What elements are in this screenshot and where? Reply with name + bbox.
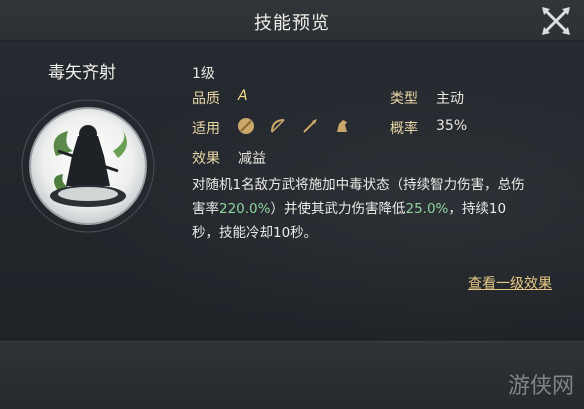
view-level-one-effect-link[interactable]: 查看一级效果: [468, 273, 552, 293]
skill-emblem: [18, 96, 158, 236]
type-value: 主动: [436, 91, 464, 107]
desc-damage-reduction: 25.0%: [405, 201, 449, 217]
chance-label: 概率: [390, 121, 418, 137]
shield-icon: [236, 116, 256, 136]
horse-icon: [332, 116, 352, 136]
desc-part-2: ）并使其武力伤害降低: [270, 201, 406, 217]
skill-description: 对随机1名敌方武将施加中毒状态（持续智力伤害，总伤害率220.0%）并使其武力伤…: [192, 173, 532, 245]
watermark: 游侠网: [507, 374, 574, 399]
page-title: 技能预览: [254, 13, 330, 34]
applies-label: 适用: [192, 121, 220, 137]
close-icon: [542, 7, 570, 35]
effect-label: 效果: [192, 151, 220, 167]
effect-value: 减益: [238, 151, 266, 167]
bottom-bar: [0, 341, 584, 409]
skill-level: 1级: [192, 66, 215, 82]
skill-name: 毒矢齐射: [48, 63, 116, 83]
title-bar: 技能预览: [0, 0, 584, 41]
quality-label: 品质: [192, 91, 220, 107]
type-label: 类型: [390, 91, 418, 107]
skill-art-icon: [21, 99, 155, 233]
chance-value: 35%: [436, 118, 468, 134]
bow-icon: [268, 116, 288, 136]
close-button[interactable]: [538, 3, 574, 39]
quality-value: A: [238, 88, 248, 104]
applies-icons: [236, 116, 352, 136]
spear-icon: [300, 116, 320, 136]
desc-total-damage-rate: 220.0%: [219, 201, 271, 217]
